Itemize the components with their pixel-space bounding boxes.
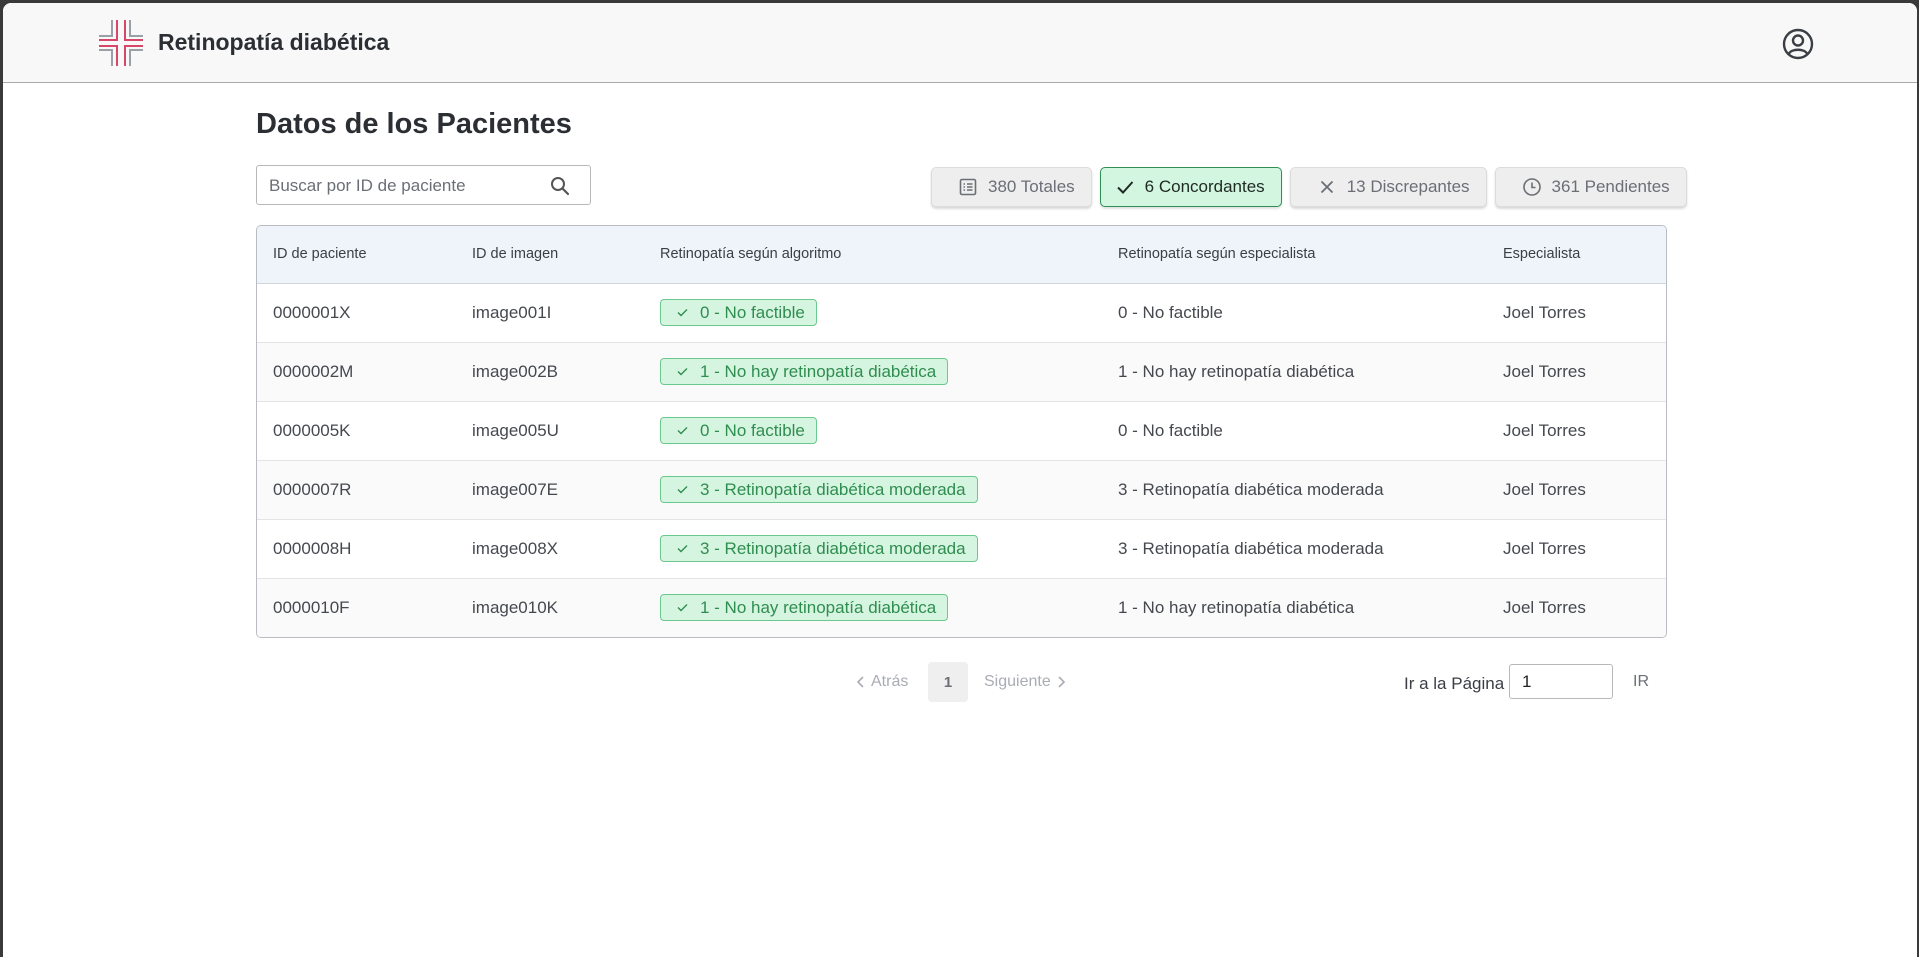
patient-id-cell: 0000008H <box>273 538 352 558</box>
table-row[interactable]: 0000005K image005U 0 - No factible 0 - N… <box>257 401 1666 460</box>
specialist-cell: Joel Torres <box>1503 538 1586 558</box>
patient-id-cell: 0000010F <box>273 597 350 617</box>
check-icon <box>677 309 688 317</box>
image-id-cell: image005U <box>472 420 559 440</box>
specialist-cell: Joel Torres <box>1503 361 1586 381</box>
app-title: Retinopatía diabética <box>158 29 390 55</box>
concordant-badge: 3 - Retinopatía diabética moderada <box>660 476 978 503</box>
image-id-cell: image007E <box>472 479 559 499</box>
algorithm-result-label: 0 - No factible <box>700 420 805 440</box>
check-icon <box>677 427 688 435</box>
goto-page-input[interactable] <box>1509 664 1613 699</box>
image-id-cell: image008X <box>472 538 559 558</box>
filter-totales-button[interactable]: 380 Totales <box>931 167 1092 207</box>
specialist-result-cell: 3 - Retinopatía diabética moderada <box>1118 479 1384 499</box>
specialist-result-cell: 0 - No factible <box>1118 302 1223 322</box>
table-row[interactable]: 0000008H image008X 3 - Retinopatía diabé… <box>257 519 1666 578</box>
algorithm-cell: 0 - No factible <box>644 283 1102 342</box>
chevron-right-icon <box>1058 676 1065 688</box>
specialist-result-cell: 3 - Retinopatía diabética moderada <box>1118 538 1384 558</box>
specialist-cell: Joel Torres <box>1503 420 1586 440</box>
algorithm-cell: 3 - Retinopatía diabética moderada <box>644 519 1102 578</box>
previous-page-label: Atrás <box>871 673 909 690</box>
algorithm-result-label: 3 - Retinopatía diabética moderada <box>700 538 966 558</box>
search-icon[interactable] <box>549 175 571 197</box>
list-icon <box>959 178 977 196</box>
filter-concordantes-label: 6 Concordantes <box>1144 177 1265 196</box>
filter-totales-label: 380 Totales <box>988 177 1075 196</box>
goto-page-label: Ir a la Página <box>1404 674 1505 693</box>
concordant-badge: 1 - No hay retinopatía diabética <box>660 358 949 385</box>
next-page-button[interactable]: Siguiente <box>984 673 1066 691</box>
concordant-badge: 1 - No hay retinopatía diabética <box>660 594 949 622</box>
specialist-cell: Joel Torres <box>1503 302 1586 322</box>
search-input[interactable] <box>269 175 539 197</box>
specialist-result-cell: 1 - No hay retinopatía diabética <box>1118 361 1355 381</box>
retina-cross-logo <box>99 20 143 66</box>
image-id-cell: image010K <box>472 597 559 617</box>
filter-discrepantes-label: 13 Discrepantes <box>1346 177 1470 196</box>
patients-table: ID de paciente ID de imagen Retinopatía … <box>256 225 1667 638</box>
specialist-result-cell: 1 - No hay retinopatía diabética <box>1118 597 1355 617</box>
page-title: Datos de los Pacientes <box>256 108 572 140</box>
algorithm-cell: 1 - No hay retinopatía diabética <box>644 342 1102 401</box>
specialist-cell: Joel Torres <box>1503 479 1586 499</box>
column-header-patient-id[interactable]: ID de paciente <box>257 226 456 284</box>
column-header-algorithm[interactable]: Retinopatía según algoritmo <box>644 226 1102 284</box>
filter-concordantes-button[interactable]: 6 Concordantes <box>1099 167 1282 207</box>
check-icon <box>677 545 688 553</box>
table-header-row: ID de paciente ID de imagen Retinopatía … <box>257 226 1666 284</box>
image-id-cell: image001I <box>472 302 552 322</box>
filter-discrepantes-button[interactable]: 13 Discrepantes <box>1289 167 1487 207</box>
table-row[interactable]: 0000007R image007E 3 - Retinopatía diabé… <box>257 460 1666 519</box>
patient-id-cell: 0000007R <box>273 479 352 499</box>
table-row[interactable]: 0000002M image002B 1 - No hay retinopatí… <box>257 342 1666 401</box>
table-row[interactable]: 0000001X image001I 0 - No factible 0 - N… <box>257 283 1666 342</box>
concordant-badge: 3 - Retinopatía diabética moderada <box>660 535 978 562</box>
algorithm-result-label: 1 - No hay retinopatía diabética <box>700 597 937 617</box>
patient-id-cell: 0000002M <box>273 361 354 381</box>
table-row[interactable]: 0000010F image010K 1 - No hay retinopatí… <box>257 578 1666 637</box>
search-box <box>256 165 591 205</box>
column-header-image-id[interactable]: ID de imagen <box>456 226 644 284</box>
user-circle-icon[interactable] <box>1782 28 1814 60</box>
column-header-specialist[interactable]: Especialista <box>1487 226 1666 284</box>
algorithm-cell: 3 - Retinopatía diabética moderada <box>644 460 1102 519</box>
algorithm-result-label: 3 - Retinopatía diabética moderada <box>700 479 966 499</box>
algorithm-result-label: 0 - No factible <box>700 302 805 322</box>
filter-pendientes-label: 361 Pendientes <box>1551 177 1670 196</box>
column-header-specialist-result[interactable]: Retinopatía según especialista <box>1102 226 1487 284</box>
algorithm-cell: 0 - No factible <box>644 401 1102 460</box>
specialist-result-cell: 0 - No factible <box>1118 420 1223 440</box>
current-page-button[interactable]: 1 <box>928 662 968 702</box>
chevron-left-icon <box>856 676 864 688</box>
x-icon <box>1320 180 1333 194</box>
next-page-label: Siguiente <box>984 673 1051 690</box>
specialist-cell: Joel Torres <box>1503 597 1586 617</box>
concordant-badge: 0 - No factible <box>660 417 817 444</box>
previous-page-button[interactable]: Atrás <box>856 673 908 691</box>
check-icon <box>677 486 688 494</box>
app-window: Retinopatía diabética Datos de los Pacie… <box>3 3 1917 957</box>
concordant-badge: 0 - No factible <box>660 299 817 326</box>
image-id-cell: image002B <box>472 361 559 381</box>
patient-id-cell: 0000001X <box>273 302 351 322</box>
clock-icon <box>1522 178 1541 196</box>
goto-page-button[interactable]: IR <box>1633 673 1649 691</box>
algorithm-cell: 1 - No hay retinopatía diabética <box>644 578 1102 637</box>
algorithm-result-label: 1 - No hay retinopatía diabética <box>700 361 937 381</box>
top-bar: Retinopatía diabética <box>3 3 1917 83</box>
check-icon <box>1116 181 1133 194</box>
filter-group: 380 Totales 6 Concordantes 13 Discrepant… <box>931 167 1687 207</box>
check-icon <box>677 368 688 376</box>
check-icon <box>677 604 688 612</box>
pagination: Atrás 1 Siguiente Ir a la Página IR <box>256 661 1667 702</box>
filter-pendientes-button[interactable]: 361 Pendientes <box>1494 167 1687 207</box>
patient-id-cell: 0000005K <box>273 420 351 440</box>
